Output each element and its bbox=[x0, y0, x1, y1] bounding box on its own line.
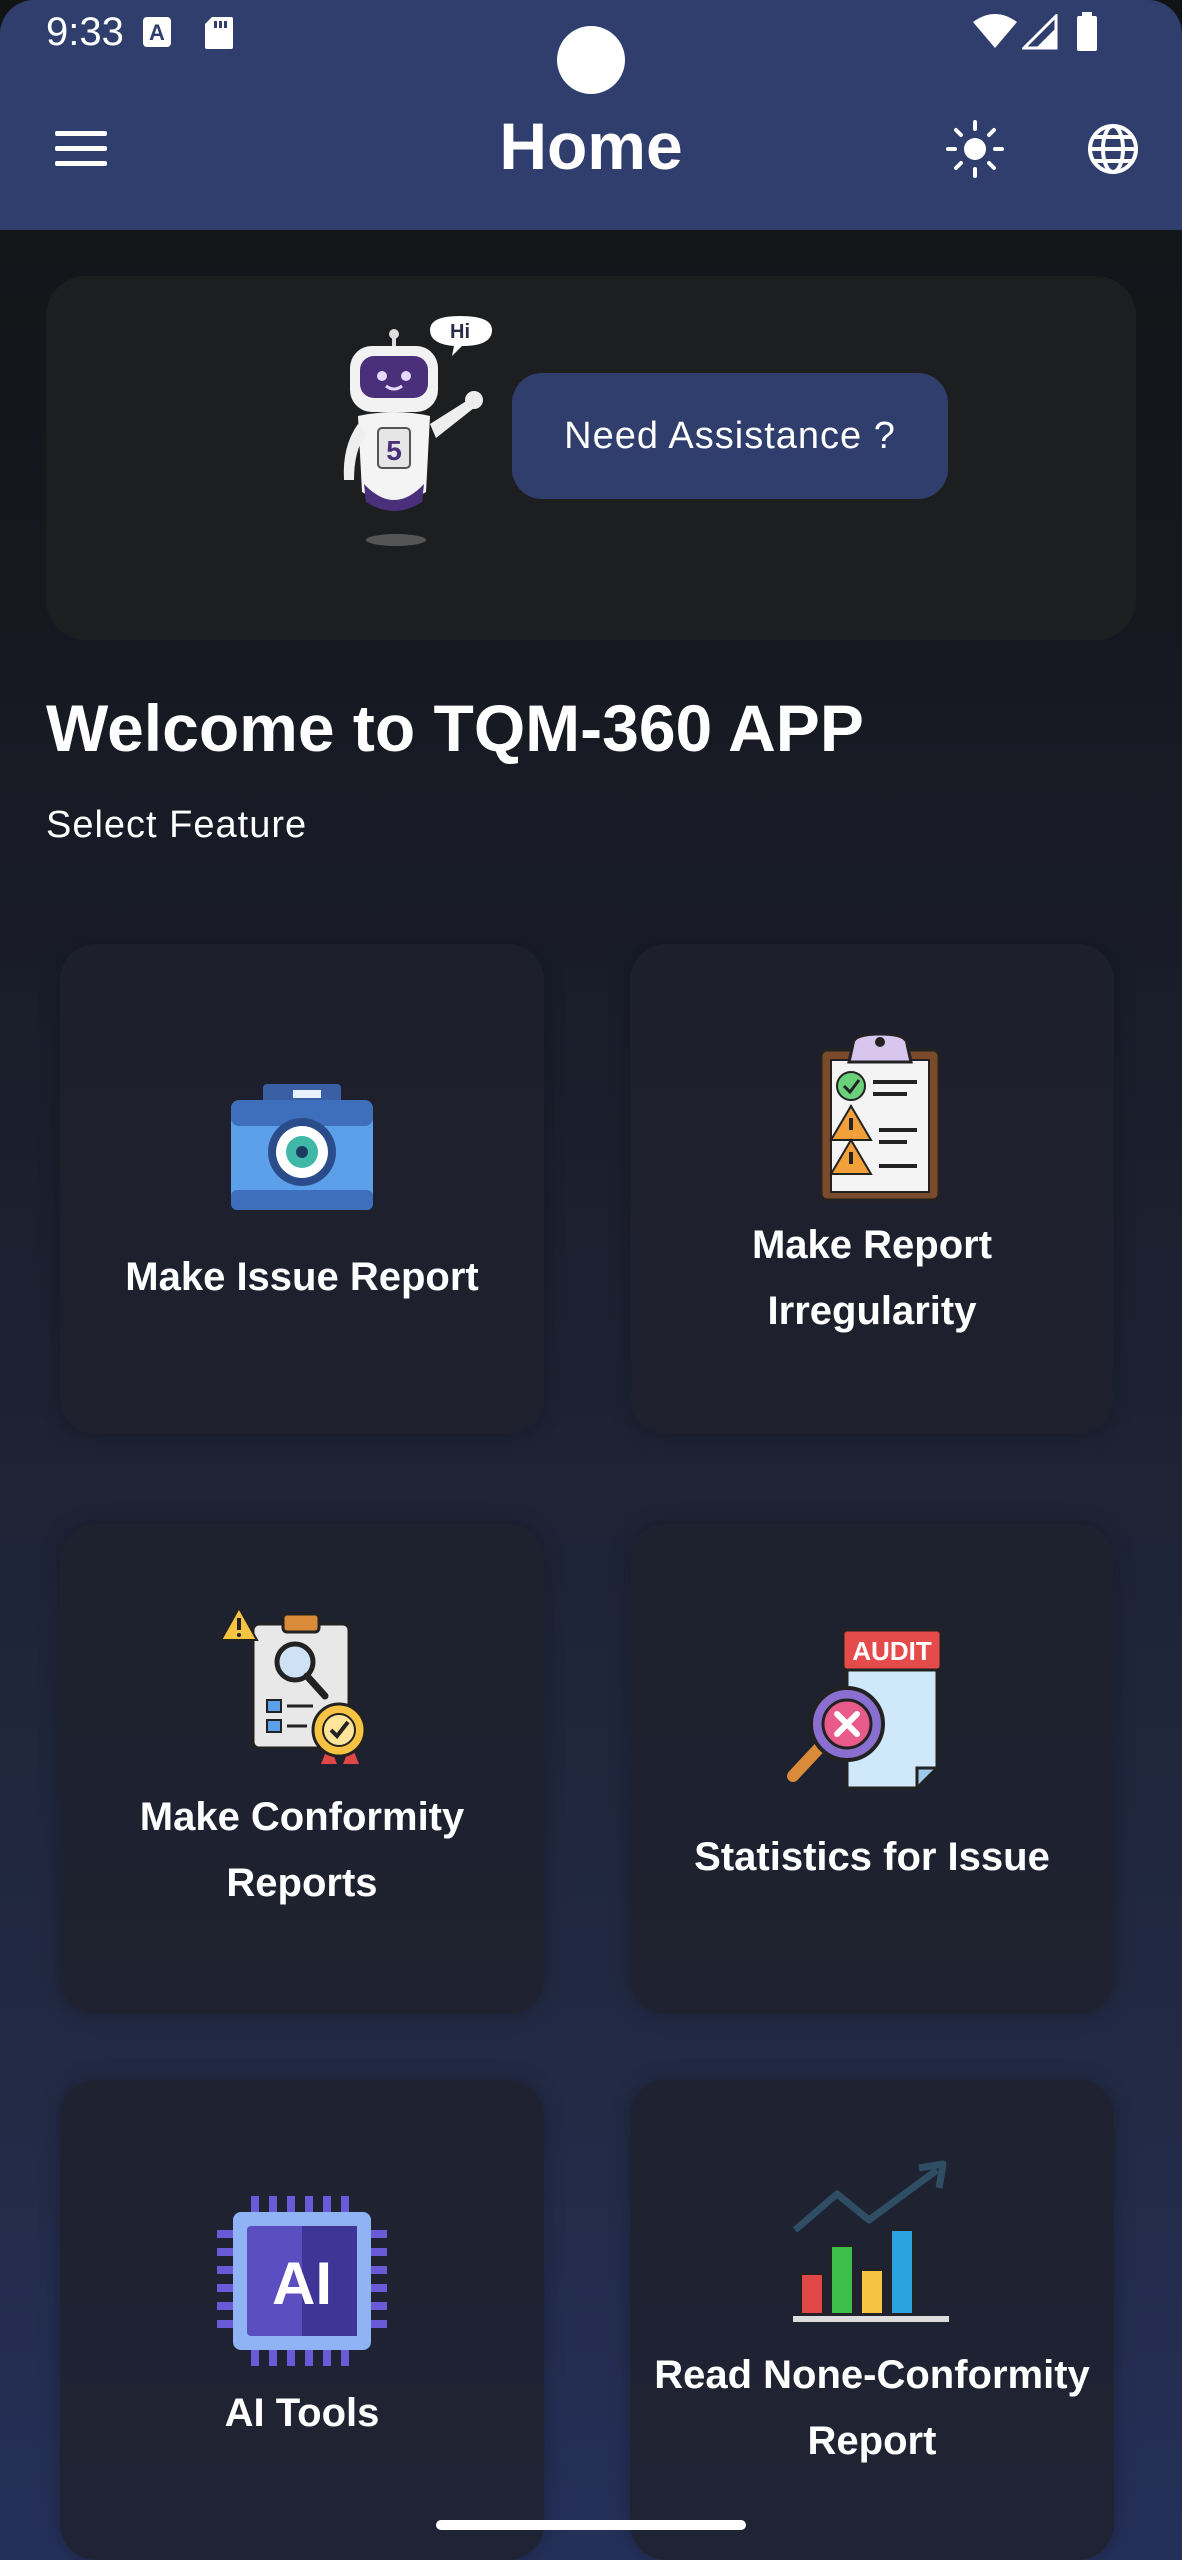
clipboard-warning-icon bbox=[787, 1032, 957, 1204]
audit-text: AUDIT bbox=[852, 1636, 932, 1666]
feature-label: Read None-Conformity Report bbox=[654, 2353, 1090, 2463]
svg-text:A: A bbox=[149, 20, 165, 45]
bar-chart-trend-icon bbox=[787, 2160, 957, 2330]
audit-magnifier-icon: AUDIT bbox=[787, 1628, 957, 1798]
feature-card-statistics-issue[interactable]: AUDIT Statistics for Issue bbox=[630, 1524, 1114, 2014]
conformity-checklist-icon bbox=[217, 1604, 387, 1774]
app-bar: 9:33 A Home bbox=[0, 0, 1182, 230]
hi-bubble-text: Hi bbox=[450, 321, 470, 343]
ai-chip-icon: AI bbox=[217, 2196, 387, 2366]
robot-mascot-icon: Hi 5 bbox=[290, 316, 510, 546]
feature-label: AI Tools bbox=[224, 2391, 380, 2435]
feature-label: Make Conformity Reports bbox=[139, 1795, 465, 1905]
feature-card-report-irregularity[interactable]: Make Report Irregularity bbox=[630, 944, 1114, 1434]
select-feature-label: Select Feature bbox=[46, 804, 308, 846]
assistance-card: Hi 5 Need Assistance ? bbox=[46, 276, 1136, 640]
feature-card-issue-report[interactable]: Make Issue Report bbox=[60, 944, 544, 1434]
cell-signal-icon bbox=[1020, 12, 1058, 55]
ai-text: AI bbox=[272, 2250, 332, 2317]
globe-icon[interactable] bbox=[1068, 104, 1158, 194]
feature-label: Make Issue Report bbox=[125, 1255, 479, 1299]
sd-card-icon bbox=[204, 16, 234, 55]
feature-label: Statistics for Issue bbox=[694, 1835, 1050, 1879]
feature-card-conformity-reports[interactable]: Make Conformity Reports bbox=[60, 1524, 544, 2014]
battery-icon bbox=[1076, 12, 1098, 57]
feature-card-non-conformity-report[interactable]: Read None-Conformity Report bbox=[630, 2080, 1114, 2560]
sun-icon[interactable] bbox=[930, 104, 1020, 194]
camera-icon bbox=[217, 1062, 387, 1232]
a-keyboard-icon: A bbox=[142, 16, 172, 53]
home-indicator[interactable] bbox=[436, 2520, 746, 2530]
need-assistance-button[interactable]: Need Assistance ? bbox=[512, 373, 948, 499]
feature-card-ai-tools[interactable]: AI AI Tools bbox=[60, 2080, 544, 2560]
front-camera bbox=[557, 26, 625, 94]
svg-text:5: 5 bbox=[386, 435, 402, 466]
welcome-title: Welcome to TQM-360 APP bbox=[46, 691, 864, 765]
feature-label: Make Report Irregularity bbox=[751, 1223, 993, 1333]
wifi-icon bbox=[972, 14, 1018, 55]
status-time: 9:33 bbox=[46, 10, 124, 54]
